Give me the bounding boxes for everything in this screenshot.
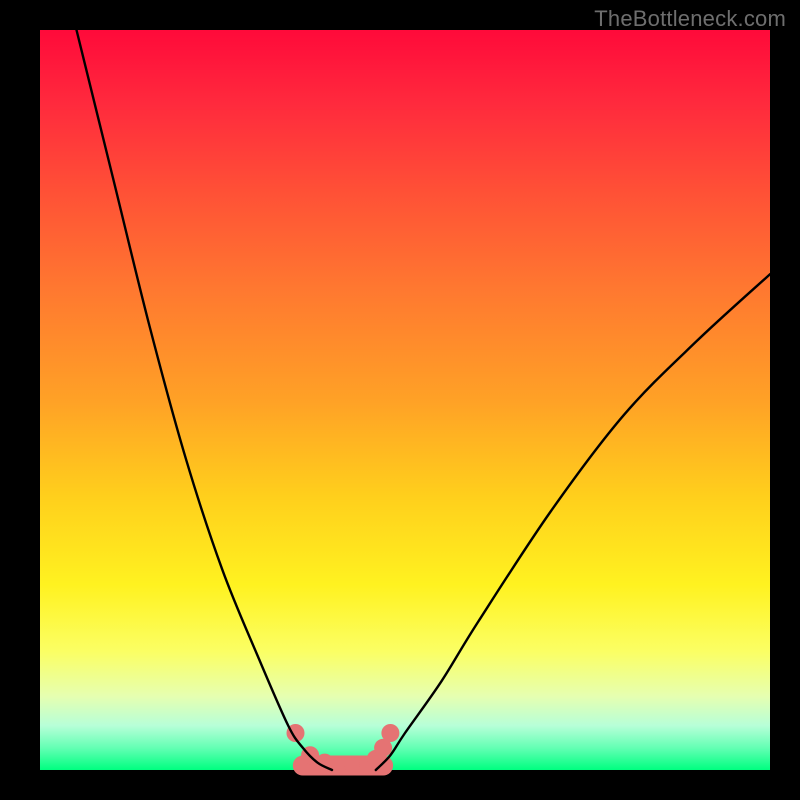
right-curve-group — [376, 274, 770, 770]
right-curve — [376, 274, 770, 770]
chart-svg — [40, 30, 770, 770]
plot-area — [40, 30, 770, 770]
left-curve — [77, 30, 333, 770]
left-curve-group — [77, 30, 333, 770]
data-dot — [381, 724, 399, 742]
watermark-text: TheBottleneck.com — [594, 6, 786, 32]
chart-frame: TheBottleneck.com — [0, 0, 800, 800]
